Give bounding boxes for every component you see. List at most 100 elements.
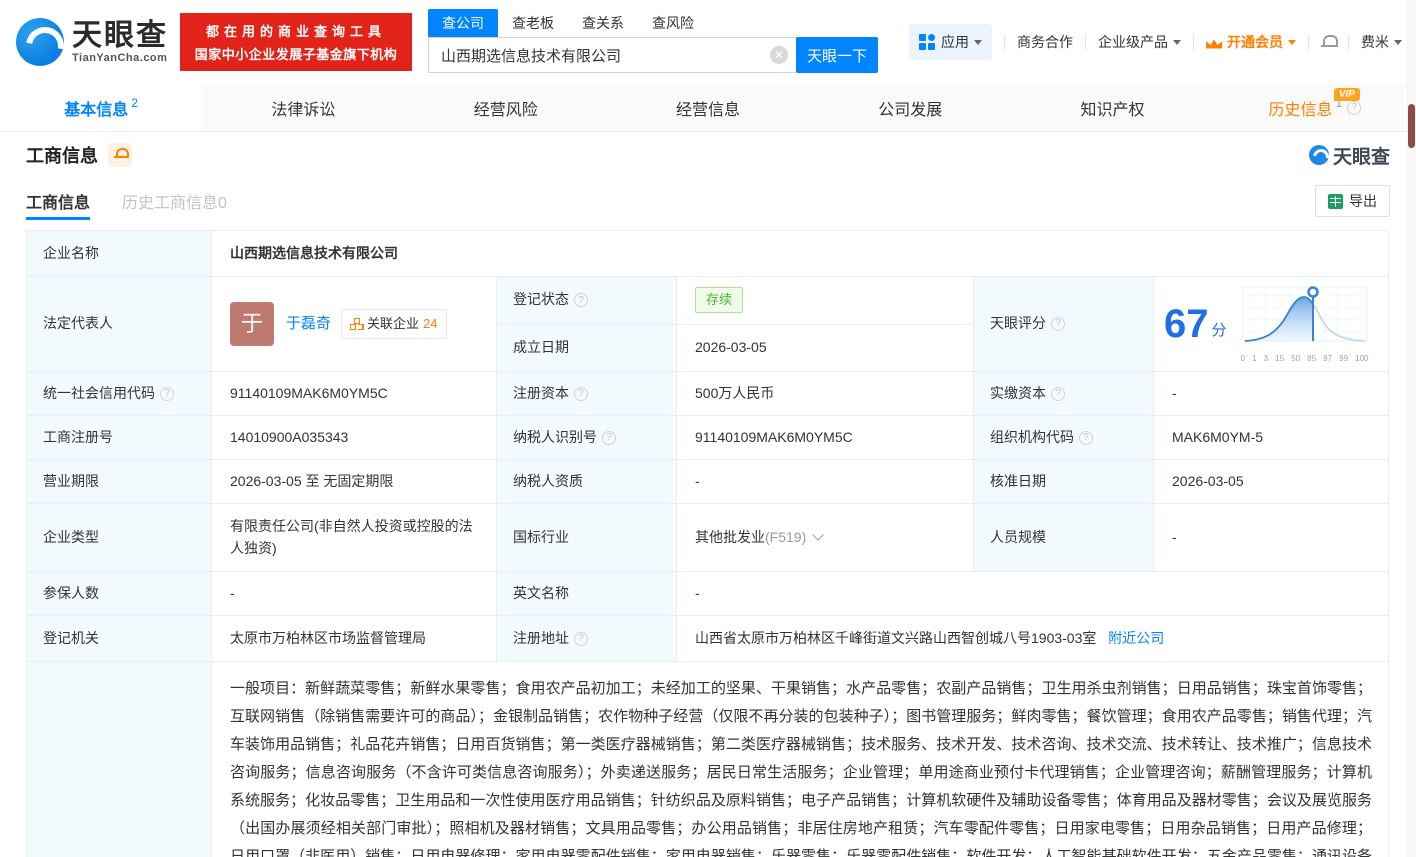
promo-banner: 都在用的商业查询工具 国家中小企业发展子基金旗下机构 <box>180 13 412 71</box>
tianyancha-company-page: 天眼查 TianYanCha.com 都在用的商业查询工具 国家中小企业发展子基… <box>0 0 1416 857</box>
divider <box>1193 34 1194 50</box>
score-axis: 01 315 5085 9799 100 <box>1241 353 1369 365</box>
tab-company-development[interactable]: 公司发展 <box>809 84 1011 131</box>
promo-line1: 都在用的商业查询工具 <box>206 21 386 40</box>
export-label: 导出 <box>1349 191 1377 211</box>
company-tab-bar: 基本信息 2 法律诉讼 经营风险 经营信息 公司发展 知识产权 VIP 历史信息… <box>0 84 1416 132</box>
help-icon[interactable]: ? <box>1051 317 1065 331</box>
export-button[interactable]: 导出 <box>1315 185 1390 217</box>
score-distribution-chart: 01 315 5085 9799 100 <box>1241 283 1369 365</box>
clear-search-icon[interactable]: ✕ <box>770 46 788 64</box>
scrollbar[interactable] <box>1407 0 1416 857</box>
help-icon[interactable]: ? <box>1079 431 1093 445</box>
tab-operating-risk[interactable]: 经营风险 <box>405 84 607 131</box>
tab-history-info[interactable]: VIP 历史信息 1 ? <box>1214 84 1416 131</box>
divider <box>1348 34 1349 50</box>
table-row: 营业期限 2026-03-05 至 无固定期限 纳税人资质 - 核准日期 202… <box>27 460 1389 504</box>
reg-address-text: 山西省太原市万柏林区千峰街道文兴路山西智创城八号1903-03室 <box>695 630 1096 646</box>
help-icon[interactable]: ? <box>574 387 588 401</box>
tab-operating-label: 经营信息 <box>676 96 740 120</box>
tab-risk-label: 经营风险 <box>474 96 538 120</box>
username-label: 费米 <box>1361 32 1389 52</box>
tab-lawsuits[interactable]: 法律诉讼 <box>202 84 404 131</box>
subtab-history-business-info[interactable]: 历史工商信息0 <box>122 178 227 224</box>
business-scope-label: 经营范围? <box>27 662 212 857</box>
avatar[interactable]: 于 <box>230 302 274 346</box>
nav-vip[interactable]: 开通会员 <box>1206 32 1296 52</box>
business-scope-value: 一般项目：新鲜蔬菜零售；新鲜水果零售；食用农产品初加工；未经加工的坚果、干果销售… <box>212 662 1389 857</box>
industry-value: 其他批发业(F519) <box>677 504 974 572</box>
tianyancha-logo[interactable]: 天眼查 TianYanCha.com <box>16 18 168 66</box>
search-tab-risk[interactable]: 查风险 <box>638 9 708 37</box>
help-icon[interactable]: ? <box>160 387 174 401</box>
org-code-label: 组织机构代码? <box>974 416 1154 460</box>
search-input[interactable] <box>428 37 796 73</box>
excel-icon <box>1328 194 1343 209</box>
biz-term-label: 营业期限 <box>27 460 212 504</box>
monitor-bell-button[interactable] <box>108 143 132 167</box>
help-icon[interactable]: ? <box>574 293 588 307</box>
company-type-value: 有限责任公司(非自然人投资或控股的法人独资) <box>212 504 497 572</box>
credit-code-label: 统一社会信用代码? <box>27 372 212 416</box>
vip-badge: VIP <box>1334 88 1360 101</box>
company-type-label: 企业类型 <box>27 504 212 572</box>
staff-size-value: - <box>1154 504 1389 572</box>
nav-enterprise[interactable]: 企业级产品 <box>1098 32 1181 52</box>
apps-label: 应用 <box>941 32 969 52</box>
reg-address-label: 注册地址? <box>497 616 677 662</box>
org-code-value: MAK6M0YM-5 <box>1154 416 1389 460</box>
industry-label: 国标行业 <box>497 504 677 572</box>
reg-capital-value: 500万人民币 <box>677 372 974 416</box>
taxpayer-id-value: 91140109MAK6M0YM5C <box>677 416 974 460</box>
credit-code-value: 91140109MAK6M0YM5C <box>212 372 497 416</box>
legal-rep-link[interactable]: 于磊奇 <box>286 312 331 335</box>
industry-name: 其他批发业 <box>695 529 765 545</box>
tab-intellectual-property[interactable]: 知识产权 <box>1011 84 1213 131</box>
english-name-value: - <box>677 572 1389 616</box>
nearby-companies-link[interactable]: 附近公司 <box>1108 630 1164 646</box>
help-icon[interactable]: ? <box>602 431 616 445</box>
watermark-text: 天眼查 <box>1333 142 1390 169</box>
help-icon[interactable]: ? <box>1347 101 1361 115</box>
tab-basic-info[interactable]: 基本信息 2 <box>0 84 202 131</box>
subtab-business-info[interactable]: 工商信息 <box>26 178 90 224</box>
search-button[interactable]: 天眼一下 <box>796 37 878 73</box>
search-tab-boss[interactable]: 查老板 <box>498 9 568 37</box>
tab-basic-label: 基本信息 <box>64 96 128 120</box>
apps-grid-icon <box>919 34 935 50</box>
watermark-logo: 天眼查 <box>1309 142 1390 169</box>
related-companies-badge[interactable]: 关联企业 24 <box>341 309 446 339</box>
reg-address-value: 山西省太原市万柏林区千峰街道文兴路山西智创城八号1903-03室 附近公司 <box>677 616 1389 662</box>
tab-history-label: 历史信息 <box>1268 96 1332 120</box>
est-date-label: 成立日期 <box>497 324 677 372</box>
table-row: 参保人数 - 英文名称 - <box>27 572 1389 616</box>
apps-menu[interactable]: 应用 <box>909 24 992 60</box>
score-marker-pin <box>1308 288 1317 297</box>
notifications-bell[interactable] <box>1321 35 1336 50</box>
legal-rep-label: 法定代表人 <box>27 277 212 372</box>
score-value: 67 <box>1164 304 1209 344</box>
tab-ip-label: 知识产权 <box>1081 96 1145 120</box>
search-tab-company[interactable]: 查公司 <box>428 9 498 37</box>
logo-title: 天眼查 <box>72 20 168 52</box>
top-navigation: 应用 商务合作 企业级产品 开通会员 费米 <box>909 24 1402 60</box>
org-chart-icon <box>350 318 362 330</box>
tab-basic-count: 2 <box>131 96 138 110</box>
divider <box>1004 34 1005 50</box>
insured-count-label: 参保人数 <box>27 572 212 616</box>
score-cell: 67 分 <box>1154 277 1389 372</box>
tianyancha-logo-icon <box>16 18 64 66</box>
chevron-down-icon[interactable] <box>813 529 824 540</box>
search-tab-relation[interactable]: 查关系 <box>568 9 638 37</box>
help-icon[interactable]: ? <box>1051 387 1065 401</box>
tab-operating-info[interactable]: 经营信息 <box>607 84 809 131</box>
user-menu[interactable]: 费米 <box>1361 32 1402 52</box>
reg-authority-label: 登记机关 <box>27 616 212 662</box>
est-date-value: 2026-03-05 <box>677 324 974 372</box>
status-badge: 存续 <box>695 287 743 313</box>
help-icon[interactable]: ? <box>574 632 588 646</box>
scrollbar-thumb[interactable] <box>1408 104 1415 148</box>
chevron-down-icon <box>1394 40 1402 45</box>
nav-cooperation[interactable]: 商务合作 <box>1017 32 1073 52</box>
score-label: 天眼评分? <box>974 277 1154 372</box>
